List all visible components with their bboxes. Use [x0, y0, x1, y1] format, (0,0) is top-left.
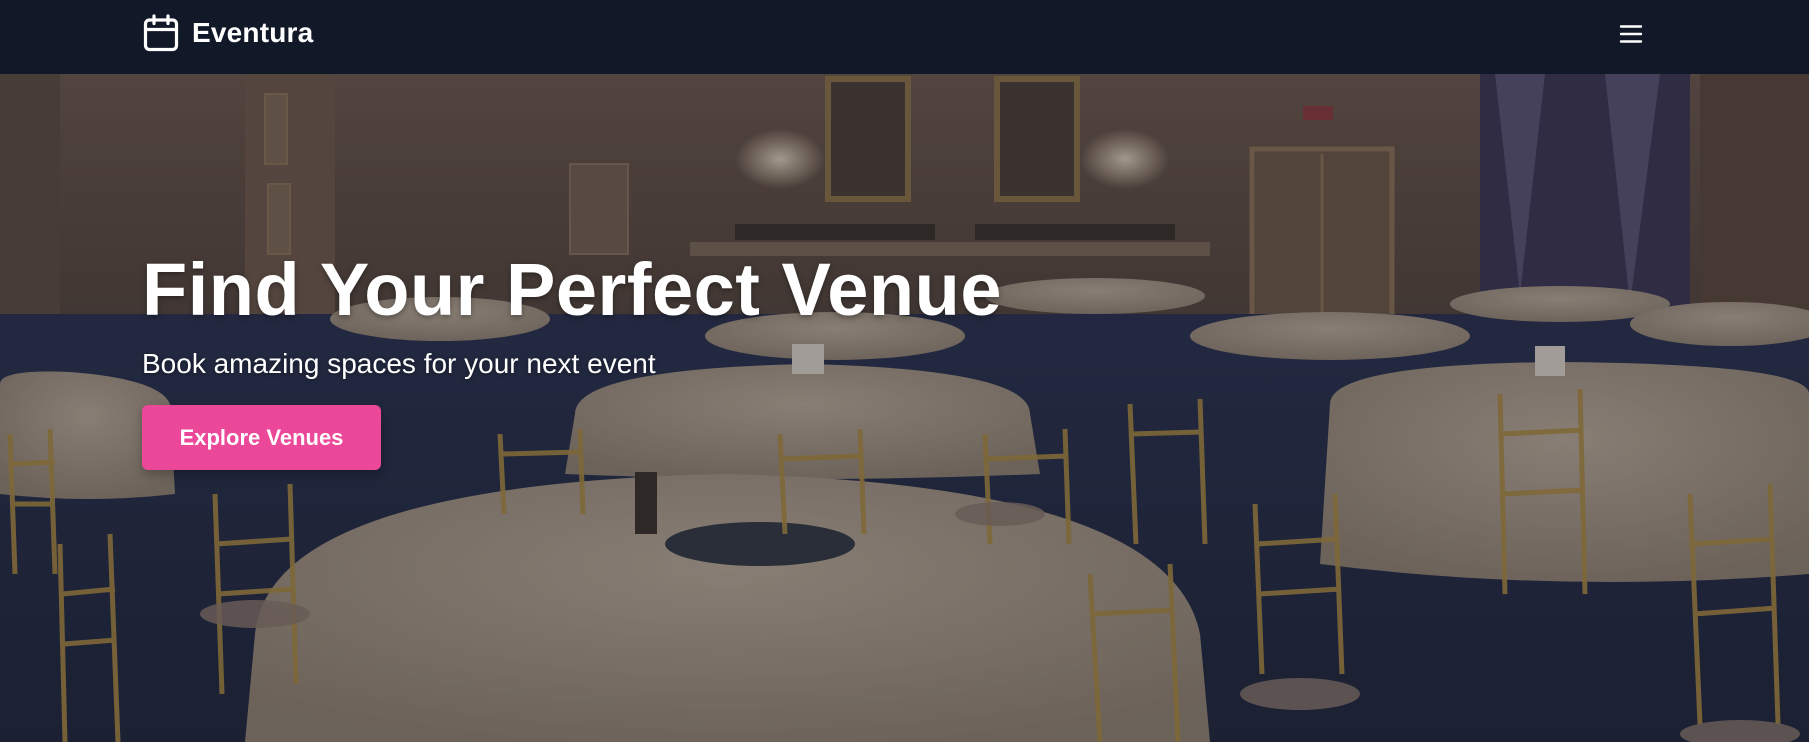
brand-name: Eventura	[192, 17, 314, 48]
top-navbar: Eventura	[0, 0, 1809, 74]
hero-content: Find Your Perfect Venue Book amazing spa…	[142, 249, 1242, 470]
hero-title: Find Your Perfect Venue	[142, 248, 1002, 331]
hero-section: Find Your Perfect Venue Book amazing spa…	[0, 74, 1809, 742]
menu-toggle-button[interactable]	[1617, 20, 1645, 48]
hamburger-menu-icon	[1619, 22, 1643, 46]
explore-venues-button[interactable]: Explore Venues	[142, 405, 381, 470]
calendar-icon	[143, 14, 179, 52]
brand-logo-link[interactable]: Eventura	[143, 14, 313, 52]
hero-subtitle: Book amazing spaces for your next event	[142, 348, 656, 379]
